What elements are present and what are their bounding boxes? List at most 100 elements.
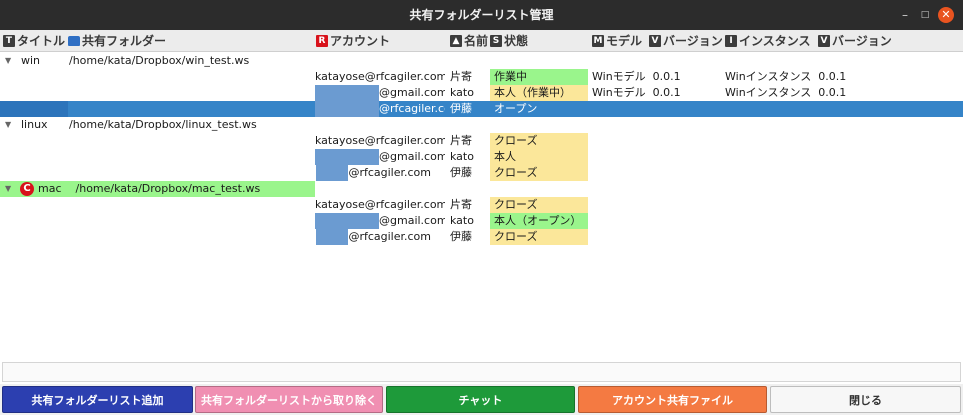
instance-cell: Winインスタンス 0.0.1: [725, 85, 846, 101]
redacted-mask: [315, 213, 379, 229]
tree-group-row[interactable]: mac /home/kata/Dropbox/mac_test.ws ▼ C: [0, 181, 963, 197]
header-account-label: アカウント: [330, 34, 391, 48]
table-row[interactable]: @rfcagiler.com 伊藤 クローズ: [0, 229, 963, 245]
group-path: /home/kata/Dropbox/linux_test.ws: [69, 118, 257, 131]
status-column-icon: S: [490, 35, 502, 47]
account-cell: @gmail.com: [315, 85, 445, 101]
remove-shared-folder-list-button[interactable]: 共有フォルダーリストから取り除く: [195, 386, 383, 413]
version-column-icon: V: [649, 35, 661, 47]
instance-version: 0.0.1: [818, 70, 847, 83]
table-row[interactable]: katayose@rfcagiler.com 片寄 クローズ: [0, 133, 963, 149]
account-cell: katayose@rfcagiler.com: [315, 198, 445, 211]
redacted-mask: [315, 149, 379, 165]
header-instance-label: インスタンス: [739, 34, 811, 48]
redacted-mask: [315, 85, 379, 101]
model-name: Winモデル: [592, 70, 646, 83]
table-row[interactable]: @gmail.com kato 本人（作業中） Winモデル 0.0.1 Win…: [0, 85, 963, 101]
header-model[interactable]: M モデル: [592, 30, 642, 52]
expander-triangle-icon[interactable]: ▼: [5, 117, 17, 133]
redacted-mask: [316, 229, 349, 245]
expander-triangle-icon[interactable]: ▼: [5, 53, 17, 69]
header-title[interactable]: T タイトル: [3, 30, 65, 52]
folder-icon: [68, 36, 80, 46]
chat-button[interactable]: チャット: [386, 386, 575, 413]
table-row[interactable]: katayose@rfcagiler.com 片寄 作業中 Winモデル 0.0…: [0, 69, 963, 85]
status-cell: クローズ: [490, 165, 588, 181]
header-model-version[interactable]: V バージョン: [649, 30, 723, 52]
tree-group-row[interactable]: ▼ linux /home/kata/Dropbox/linux_test.ws: [0, 117, 963, 133]
redacted-mask: [316, 165, 349, 181]
close-button[interactable]: 閉じる: [770, 386, 961, 413]
model-name: Winモデル: [592, 86, 646, 99]
account-cell: @rfcagiler.com: [315, 101, 445, 117]
account-domain: @rfcagiler.com: [348, 166, 431, 179]
header-folder[interactable]: 共有フォルダー: [68, 30, 166, 52]
status-cell: オープン: [494, 102, 538, 115]
status-cell: 作業中: [490, 69, 588, 85]
header-folder-label: 共有フォルダー: [82, 34, 167, 48]
minimize-icon[interactable]: –: [897, 0, 913, 30]
close-icon[interactable]: ✕: [938, 7, 954, 23]
group-title: linux: [21, 118, 48, 131]
table-row[interactable]: @gmail.com kato 本人: [0, 149, 963, 165]
header-name-label: 名前: [464, 34, 489, 48]
selected-title-cell: [0, 101, 68, 117]
header-instance[interactable]: I インスタンス: [725, 30, 811, 52]
group-title: win: [21, 54, 41, 67]
account-cell: @gmail.com: [315, 149, 445, 165]
message-field[interactable]: [2, 362, 961, 382]
instance-name: Winインスタンス: [725, 70, 812, 83]
name-cell: 片寄: [450, 198, 472, 211]
name-cell: 片寄: [450, 134, 472, 147]
header-status[interactable]: S 状態: [490, 30, 528, 52]
name-cell: kato: [450, 86, 474, 99]
status-cell: 本人: [490, 149, 588, 165]
column-header: T タイトル 共有フォルダー R アカウント ▲ 名前 S 状態 M モデル V…: [0, 30, 963, 52]
header-name[interactable]: ▲ 名前: [450, 30, 488, 52]
header-instance-version[interactable]: V バージョン: [818, 30, 892, 52]
header-account[interactable]: R アカウント: [316, 30, 390, 52]
name-cell: kato: [450, 214, 474, 227]
name-cell: 伊藤: [450, 102, 472, 115]
header-title-label: タイトル: [17, 34, 66, 48]
button-bar: 共有フォルダーリスト追加 共有フォルダーリストから取り除く チャット アカウント…: [0, 384, 963, 415]
title-bar: 共有フォルダーリスト管理 – □ ✕: [0, 0, 963, 30]
account-domain: @rfcagiler.com: [379, 102, 445, 115]
status-cell: クローズ: [490, 229, 588, 245]
account-cell: katayose@rfcagiler.com: [315, 70, 445, 83]
model-version: 0.0.1: [652, 86, 681, 99]
model-version: 0.0.1: [652, 70, 681, 83]
maximize-icon[interactable]: □: [917, 0, 933, 30]
status-cell: 本人（作業中）: [490, 85, 588, 101]
group-path: /home/kata/Dropbox/mac_test.ws: [75, 182, 261, 195]
window-title: 共有フォルダーリスト管理: [409, 8, 554, 22]
title-column-icon: T: [3, 35, 15, 47]
name-cell: 伊藤: [450, 166, 472, 179]
add-shared-folder-list-button[interactable]: 共有フォルダーリスト追加: [2, 386, 193, 413]
expander-triangle-icon[interactable]: ▼: [5, 181, 17, 197]
model-cell: Winモデル 0.0.1: [592, 69, 681, 85]
header-model-version-label: バージョン: [663, 34, 723, 48]
table-row[interactable]: @gmail.com kato 本人（オープン）: [0, 213, 963, 229]
account-cell: @rfcagiler.com: [315, 229, 445, 245]
instance-cell: Winインスタンス 0.0.1: [725, 69, 846, 85]
table-row-selected[interactable]: @rfcagiler.com 伊藤 オープン: [0, 101, 963, 117]
account-domain: @gmail.com: [379, 150, 445, 163]
group-title-cell: mac /home/kata/Dropbox/mac_test.ws: [0, 181, 315, 197]
table-row[interactable]: @rfcagiler.com 伊藤 クローズ: [0, 165, 963, 181]
account-domain: @gmail.com: [379, 86, 445, 99]
table-row[interactable]: katayose@rfcagiler.com 片寄 クローズ: [0, 197, 963, 213]
status-cell: 本人（オープン）: [490, 213, 588, 229]
tree-group-row[interactable]: ▼ win /home/kata/Dropbox/win_test.ws: [0, 53, 963, 69]
version-column-icon: V: [818, 35, 830, 47]
model-cell: Winモデル 0.0.1: [592, 85, 681, 101]
account-cell: @gmail.com: [315, 213, 445, 229]
redacted-mask: [315, 101, 379, 117]
account-shared-file-button[interactable]: アカウント共有ファイル: [578, 386, 767, 413]
conflict-badge-icon: C: [20, 182, 34, 196]
status-cell: クローズ: [490, 197, 588, 213]
person-icon: ▲: [450, 35, 462, 47]
group-title: mac: [38, 182, 62, 195]
header-model-label: モデル: [606, 34, 643, 48]
model-column-icon: M: [592, 35, 604, 47]
